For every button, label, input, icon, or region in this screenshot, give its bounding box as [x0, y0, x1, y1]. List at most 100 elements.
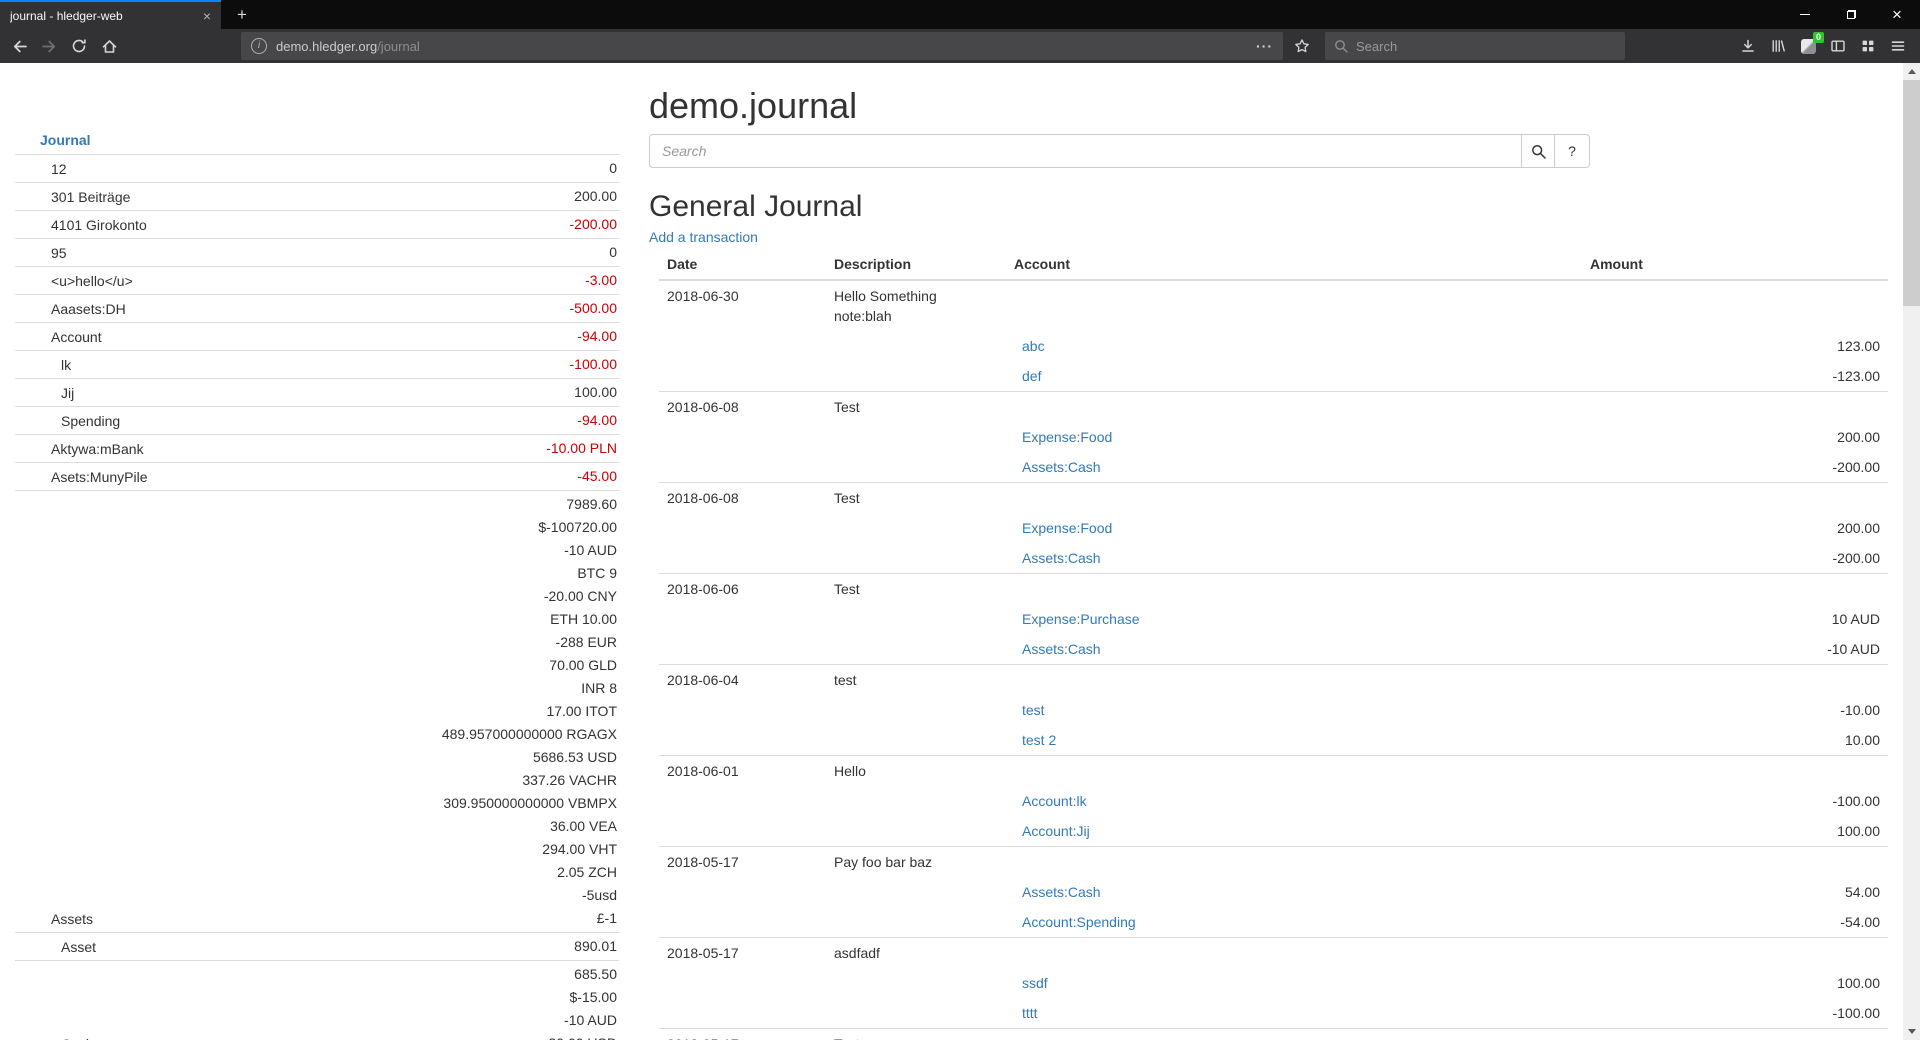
posting-account-link[interactable]: Account:Jij [1014, 823, 1090, 839]
transaction-row[interactable]: 2018-06-06Test [659, 574, 1888, 605]
posting-account-link[interactable]: Account:lk [1014, 793, 1087, 809]
posting-account-cell: Assets:Cash [1006, 452, 1582, 483]
posting-row: Expense:Food200.00 [659, 422, 1888, 452]
posting-account-link[interactable]: ssdf [1014, 975, 1048, 991]
scrollbar-up-arrow[interactable] [1903, 63, 1920, 80]
transaction-row[interactable]: 2018-06-30Hello Something note:blah [659, 280, 1888, 331]
posting-account-link[interactable]: test [1014, 702, 1045, 718]
transaction-row[interactable]: 2018-05-17asdfadf [659, 938, 1888, 969]
tab-close-icon[interactable]: × [199, 8, 215, 24]
browser-tab[interactable]: journal - hledger-web × [0, 0, 221, 29]
browser-search-field[interactable]: Search [1325, 32, 1625, 60]
sidebar-account-link[interactable]: Jij [51, 383, 74, 404]
apps-button[interactable] [1854, 31, 1882, 61]
posting-row: Assets:Cash-200.00 [659, 543, 1888, 574]
posting-account-cell: Assets:Cash [1006, 634, 1582, 665]
posting-amount: -54.00 [1582, 907, 1888, 938]
sidebar-account-link[interactable]: Asset [51, 937, 96, 958]
home-button[interactable] [94, 31, 124, 61]
transaction-row[interactable]: 2018-06-01Hello [659, 756, 1888, 787]
journal-search-input[interactable] [649, 134, 1522, 168]
page-scrollbar[interactable] [1903, 63, 1920, 1040]
posting-account-link[interactable]: tttt [1014, 1005, 1038, 1021]
posting-account-link[interactable]: test 2 [1014, 732, 1056, 748]
search-help-button[interactable]: ? [1554, 134, 1590, 168]
posting-account-cell: Account:Spending [1006, 907, 1582, 938]
posting-account-link[interactable]: Expense:Food [1014, 520, 1112, 536]
scrollbar-thumb[interactable] [1903, 80, 1920, 306]
hamburger-menu-icon [1890, 38, 1906, 54]
sidebar-account-link[interactable]: 12 [51, 159, 67, 180]
posting-account-link[interactable]: Expense:Purchase [1014, 611, 1140, 627]
empty-cell [826, 816, 1006, 847]
posting-account-link[interactable]: abc [1014, 338, 1045, 354]
posting-account-link[interactable]: Expense:Food [1014, 429, 1112, 445]
adblock-extension-button[interactable]: 0 [1794, 31, 1822, 61]
site-info-icon[interactable]: i [251, 38, 267, 54]
url-bar[interactable]: i demo.hledger.org/journal ··· [241, 32, 1283, 60]
back-button[interactable] [4, 31, 34, 61]
posting-amount: -10.00 [1582, 695, 1888, 725]
sidebar-account-link[interactable]: Spending [51, 411, 120, 432]
transaction-date: 2018-06-06 [659, 574, 826, 605]
posting-account-link[interactable]: Account:Spending [1014, 914, 1136, 930]
transaction-row[interactable]: 2018-05-17Pay foo bar baz [659, 847, 1888, 878]
transaction-description: Hello [826, 756, 1006, 787]
account-balance: -94.00 [577, 409, 617, 432]
sidebar-account-link[interactable]: Aaasets:DH [51, 299, 126, 320]
journal-heading: General Journal [649, 190, 1888, 223]
journal-search-button[interactable] [1521, 134, 1555, 168]
window-close-button[interactable]: × [1874, 0, 1920, 29]
account-balance: -45.00 [577, 465, 617, 488]
sidebar-account-link[interactable]: Cash [51, 1034, 94, 1040]
balance-amount: -3.00 [585, 269, 617, 292]
sidebars-button[interactable] [1824, 31, 1852, 61]
transaction-row[interactable]: 2018-06-04test [659, 665, 1888, 696]
bookmark-star-button[interactable] [1287, 31, 1317, 61]
library-button[interactable] [1764, 31, 1792, 61]
navigation-toolbar: i demo.hledger.org/journal ··· Search 0 [0, 29, 1920, 63]
empty-cell [826, 907, 1006, 938]
home-icon [101, 38, 118, 55]
sidebar-journal-link[interactable]: Journal [40, 132, 91, 148]
balance-amount: 2.05 ZCH [442, 861, 617, 884]
transaction-row[interactable]: 2018-05-17Test [659, 1029, 1888, 1040]
balance-amount: $-15.00 [544, 986, 617, 1009]
sidebar-account-link[interactable]: Assets [51, 909, 93, 930]
posting-account-link[interactable]: Assets:Cash [1014, 641, 1101, 657]
downloads-button[interactable] [1734, 31, 1762, 61]
window-minimize-button[interactable] [1782, 0, 1828, 29]
sidebar-account-link[interactable]: Account [51, 327, 102, 348]
sidebar-account-link[interactable]: <u>hello</u> [51, 271, 133, 292]
sidebar-account-link[interactable]: 95 [51, 243, 67, 264]
transaction-row[interactable]: 2018-06-08Test [659, 483, 1888, 514]
new-tab-button[interactable]: + [230, 3, 254, 27]
sidebar-account-link[interactable]: Asets:MunyPile [51, 467, 147, 488]
add-transaction-link[interactable]: Add a transaction [649, 227, 758, 247]
scrollbar-down-arrow[interactable] [1903, 1023, 1920, 1040]
posting-account-cell: Expense:Purchase [1006, 604, 1582, 634]
posting-account-link[interactable]: Assets:Cash [1014, 550, 1101, 566]
posting-account-link[interactable]: def [1014, 368, 1041, 384]
sidebar-account-link[interactable]: lk [51, 355, 71, 376]
sidebar-account-link[interactable]: 301 Beiträge [51, 187, 130, 208]
posting-account-link[interactable]: Assets:Cash [1014, 459, 1101, 475]
transaction-row[interactable]: 2018-06-08Test [659, 392, 1888, 423]
account-row: 120 [15, 154, 619, 182]
forward-arrow-icon [41, 38, 58, 55]
empty-cell [659, 968, 826, 998]
reload-button[interactable] [64, 31, 94, 61]
empty-cell [1582, 280, 1888, 331]
window-restore-button[interactable] [1828, 0, 1874, 29]
menu-button[interactable] [1884, 31, 1912, 61]
posting-amount: 123.00 [1582, 331, 1888, 361]
posting-account-link[interactable]: Assets:Cash [1014, 884, 1101, 900]
balance-amount: 489.957000000000 RGAGX [442, 723, 617, 746]
posting-row: Assets:Cash-200.00 [659, 452, 1888, 483]
sidebar-account-link[interactable]: 4101 Girokonto [51, 215, 147, 236]
forward-button[interactable] [34, 31, 64, 61]
account-balance: -500.00 [570, 297, 617, 320]
page-actions-icon[interactable]: ··· [1256, 38, 1273, 54]
posting-row: Account:lk-100.00 [659, 786, 1888, 816]
sidebar-account-link[interactable]: Aktywa:mBank [51, 439, 144, 460]
